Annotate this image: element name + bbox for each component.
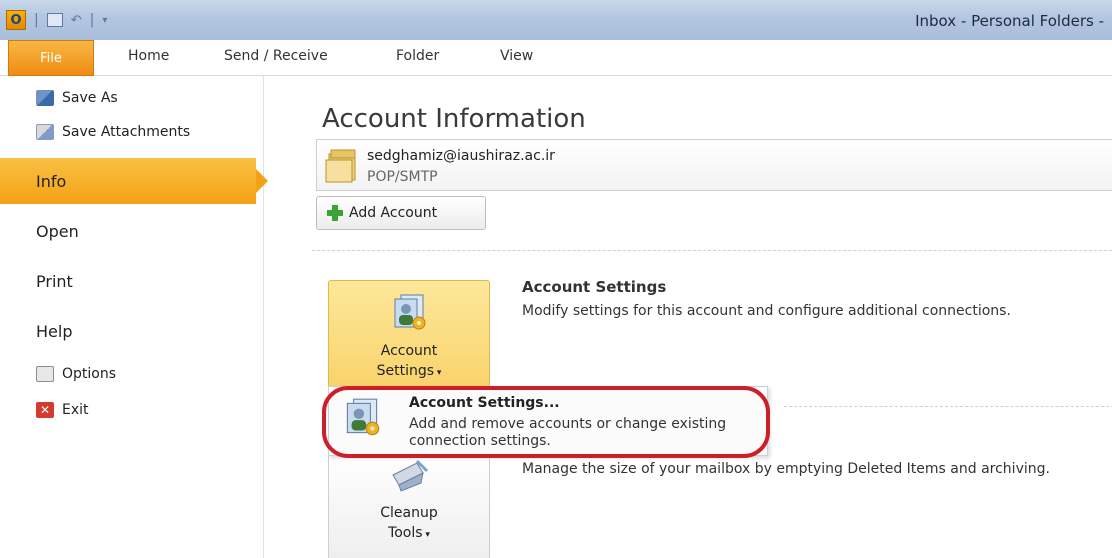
- options-label: Options: [62, 366, 117, 382]
- options-icon: [36, 366, 54, 382]
- account-settings-icon: [394, 294, 426, 330]
- tab-file[interactable]: File: [8, 40, 94, 76]
- backstage-nav: Save As Save Attachments Info Open Print…: [0, 76, 268, 558]
- tab-home[interactable]: Home: [128, 48, 169, 64]
- tab-view[interactable]: View: [500, 48, 533, 64]
- ribbon-tabs: File Home Send / Receive Folder View: [0, 40, 1112, 76]
- save-attachments-icon: [36, 124, 54, 140]
- account-settings-title: Account Settings: [522, 278, 667, 296]
- add-account-label: Add Account: [349, 205, 438, 221]
- save-attachments-command[interactable]: Save Attachments: [36, 124, 190, 140]
- account-settings-button[interactable]: Account Settings ▾: [328, 280, 490, 388]
- account-email: sedghamiz@iaushiraz.ac.ir: [367, 148, 555, 164]
- cleanup-description: Manage the size of your mailbox by empty…: [522, 461, 1050, 477]
- add-plus-icon: [327, 205, 343, 221]
- qat-separator: |: [89, 12, 95, 28]
- window-title: Inbox - Personal Folders -: [915, 12, 1104, 30]
- account-settings-menu: Account Settings... Add and remove accou…: [328, 386, 768, 456]
- exit-label: Exit: [62, 402, 89, 418]
- account-type: POP/SMTP: [367, 169, 438, 185]
- title-bar: O | ↶ | ▾ Inbox - Personal Folders -: [0, 0, 1112, 40]
- account-settings-line1: Account: [380, 343, 438, 359]
- add-account-button[interactable]: Add Account: [316, 196, 486, 230]
- mail-account-icon: [325, 149, 356, 183]
- nav-item-print[interactable]: Print: [0, 258, 264, 304]
- cleanup-tools-icon: [392, 459, 429, 492]
- qat-separator: |: [34, 12, 39, 28]
- nav-item-help[interactable]: Help: [0, 308, 264, 354]
- save-as-command[interactable]: Save As: [36, 90, 118, 106]
- quick-access-toolbar: O | ↶ | ▾: [6, 10, 107, 30]
- save-as-icon: [36, 90, 54, 106]
- save-attachments-label: Save Attachments: [62, 124, 191, 140]
- outlook-logo-icon[interactable]: O: [6, 10, 26, 30]
- nav-item-label: Open: [36, 221, 79, 241]
- account-info-pane: Account Information sedghamiz@iaushiraz.…: [264, 76, 1112, 558]
- menu-item-account-settings[interactable]: Account Settings...: [409, 395, 560, 411]
- nav-item-label: Print: [36, 271, 73, 291]
- tab-folder[interactable]: Folder: [396, 48, 439, 64]
- options-command[interactable]: Options: [36, 366, 116, 382]
- nav-item-label: Info: [36, 171, 67, 191]
- section-divider: [784, 406, 1112, 407]
- account-settings-description: Modify settings for this account and con…: [522, 303, 1011, 319]
- section-divider: [312, 250, 1112, 251]
- chevron-down-icon: ▾: [422, 530, 430, 540]
- send-receive-icon[interactable]: [46, 13, 63, 27]
- cleanup-tools-line1: Cleanup: [380, 505, 438, 521]
- exit-command[interactable]: ✕ Exit: [36, 402, 89, 418]
- account-settings-line2: Settings ▾: [376, 363, 442, 379]
- nav-item-open[interactable]: Open: [0, 208, 264, 254]
- cleanup-tools-line2: Tools ▾: [388, 525, 430, 541]
- account-settings-menu-icon: [346, 398, 380, 436]
- save-as-label: Save As: [62, 90, 118, 106]
- nav-item-label: Help: [36, 321, 73, 341]
- cleanup-tools-button[interactable]: Cleanup Tools ▾: [328, 452, 490, 558]
- nav-item-info[interactable]: Info: [0, 158, 268, 204]
- customize-qat-icon[interactable]: ▾: [102, 15, 107, 26]
- account-selector[interactable]: sedghamiz@iaushiraz.ac.ir POP/SMTP: [316, 139, 1112, 191]
- menu-item-description: Add and remove accounts or change existi…: [409, 416, 727, 449]
- tab-send-receive[interactable]: Send / Receive: [224, 48, 328, 64]
- exit-icon: ✕: [36, 402, 54, 418]
- undo-icon[interactable]: ↶: [71, 13, 82, 28]
- chevron-down-icon: ▾: [434, 368, 442, 378]
- page-title: Account Information: [322, 104, 586, 134]
